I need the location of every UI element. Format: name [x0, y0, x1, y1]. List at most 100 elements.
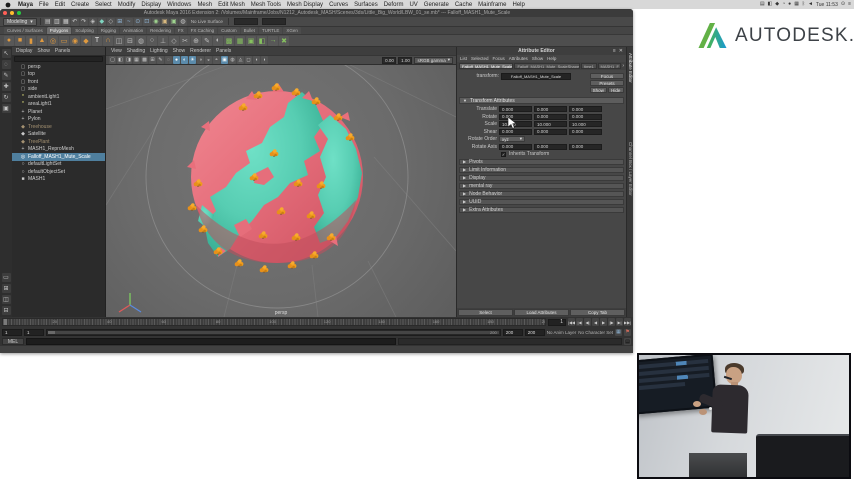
statusline-icon[interactable]: ◇ [106, 17, 115, 26]
playback-end-field[interactable]: 200 [502, 328, 523, 336]
statusline-icon[interactable]: ▦ [61, 17, 70, 26]
shelf-tab[interactable]: XGen [283, 27, 301, 34]
rotate-y-field[interactable]: 0.000 [534, 113, 567, 120]
outliner-item[interactable]: ◆ TreePlant [12, 138, 105, 146]
outliner-item[interactable]: ◎ Falloff_MASH1_Mute_Scale [12, 153, 105, 161]
outliner-item[interactable]: ◆ Treehouse [12, 123, 105, 131]
viewport-icon[interactable]: ◻ [245, 56, 252, 64]
translate-y-field[interactable]: 0.000 [534, 106, 567, 112]
outliner-item[interactable]: ◆ Satellite [12, 131, 105, 139]
outliner-item[interactable]: ▢ persp [12, 63, 105, 71]
exposure-field[interactable]: 0.00 [382, 56, 397, 64]
outliner-item[interactable]: ○ defaultObjectSet [12, 168, 105, 176]
shelf-tab[interactable]: FX Caching [187, 27, 218, 34]
shear-z-field[interactable]: 0.000 [569, 128, 602, 135]
statusline-icon[interactable]: ▣ [160, 17, 169, 26]
menubar-item[interactable]: Create [68, 2, 92, 8]
statusline-icon[interactable]: ~ [124, 17, 133, 26]
attribute-editor-menu-item[interactable]: Help [547, 56, 556, 61]
shelf-icon[interactable]: ▣ [246, 35, 256, 46]
menubar-item[interactable]: UV [406, 2, 420, 8]
outliner-menu-item[interactable]: Display [16, 48, 32, 54]
shelf-icon[interactable]: ◇ [169, 35, 179, 46]
shelf-icon[interactable]: ✎ [202, 35, 212, 46]
statusline-icon[interactable]: ◉ [151, 17, 160, 26]
shelf-icon[interactable]: ▭ [59, 35, 69, 46]
statusline-icon[interactable]: ⊞ [115, 17, 124, 26]
rotate-order-select[interactable]: xyz ▾ [499, 136, 525, 142]
view-transform-select[interactable]: sRGB gamma ▾ [414, 56, 453, 64]
collapsed-section-bar[interactable]: ▶ Limit Information [459, 166, 624, 173]
shelf-tab[interactable]: Polygons [46, 27, 72, 34]
tool-button[interactable]: ✎ [1, 71, 11, 80]
shelf-icon[interactable]: ▩ [224, 35, 234, 46]
auto-keyframe-icon[interactable]: ▦ [615, 328, 622, 336]
tool-button[interactable]: ◌ [1, 60, 11, 69]
playback-button[interactable]: ▶| [616, 318, 623, 326]
shelf-tab[interactable]: Animation [120, 27, 147, 34]
collapsed-section-bar[interactable]: ▶ UUID [459, 198, 624, 205]
menubar-item[interactable]: Help [510, 2, 528, 8]
menubar-item[interactable]: Mesh Tools [248, 2, 284, 8]
viewport-icon[interactable]: ☀ [189, 56, 196, 64]
statusline-icon[interactable]: ⊙ [133, 17, 142, 26]
shelf-icon[interactable]: ● [4, 35, 14, 46]
rotate-axis-y-field[interactable]: 0.000 [534, 143, 567, 150]
node-tab[interactable]: Falloff_MASH1_Mute_Scale [459, 63, 514, 69]
shelf-icon[interactable]: ⊟ [125, 35, 135, 46]
collapsed-section-bar[interactable]: ▶ Pivots [459, 158, 624, 165]
pin-panel-icon[interactable]: ≡ [613, 48, 616, 54]
shelf-icon[interactable]: ⊥ [158, 35, 168, 46]
outliner-item[interactable]: ▢ front [12, 78, 105, 86]
outliner-item[interactable]: ○ defaultLightSet [12, 161, 105, 169]
shelf-icon[interactable]: ▲ [37, 35, 47, 46]
quick-selection-field[interactable] [233, 18, 258, 25]
anim-start-field[interactable]: 1 [2, 328, 22, 336]
range-slider-track[interactable]: 200 [46, 328, 501, 336]
menubar-item[interactable]: Generate [421, 2, 452, 8]
shelf-icon[interactable]: T [92, 35, 102, 46]
viewport-icon[interactable]: ◬ [237, 56, 244, 64]
attribute-editor-menu-item[interactable]: Show [532, 56, 543, 61]
playback-button[interactable]: ▶▶| [624, 318, 631, 326]
select-button[interactable]: Select [458, 309, 513, 316]
menubar-item[interactable]: File [36, 2, 52, 8]
tab-channel-box[interactable]: Channel Box / Layer Editor [628, 142, 633, 196]
viewport-menu-item[interactable]: Renderer [190, 48, 211, 54]
transform-attributes-section[interactable]: ▼ Transform Attributes [459, 97, 624, 104]
layout-button[interactable]: ◫ [1, 295, 11, 304]
spotlight-icon[interactable]: ⊙ [841, 2, 845, 7]
menubar-item[interactable]: Edit [52, 2, 68, 8]
close-panel-icon[interactable]: ✕ [619, 48, 623, 54]
outliner-menu-item[interactable]: Panels [55, 48, 70, 54]
attribute-editor-menu-item[interactable]: Focus [493, 56, 505, 61]
statusline-icon[interactable]: ◍ [178, 17, 187, 26]
copy-tab-button[interactable]: Copy Tab [570, 309, 625, 316]
outliner-item[interactable]: + MASH1_ReproMesh [12, 146, 105, 154]
attribute-editor-menu-item[interactable]: List [460, 56, 467, 61]
viewport-icon[interactable]: ▦ [133, 56, 140, 64]
playback-button[interactable]: ◀ [592, 318, 599, 326]
playback-button[interactable]: ◀| [584, 318, 591, 326]
statusline-icon[interactable]: ↷ [79, 17, 88, 26]
shelf-icon[interactable]: ◎ [48, 35, 58, 46]
collapsed-section-bar[interactable]: ▶ Node Behavior [459, 190, 624, 197]
shelf-tab[interactable]: Curves / Surfaces [4, 27, 46, 34]
node-tab[interactable]: MASH1_F [597, 63, 622, 69]
viewport-icon[interactable]: ▢ [109, 56, 116, 64]
viewport-icon[interactable]: ◧ [117, 56, 124, 64]
viewport-icon[interactable]: ◐ [181, 56, 188, 64]
scale-y-field[interactable]: 10.000 [534, 121, 567, 127]
shelf-tab[interactable]: FX [174, 27, 187, 34]
collapsed-section-bar[interactable]: ▶ Display [459, 174, 624, 181]
anim-layer-label[interactable]: No Anim Layer [547, 330, 577, 335]
outliner-item[interactable]: * areaLight1 [12, 101, 105, 109]
hide-button[interactable]: Hide [607, 87, 624, 93]
anim-end-field[interactable]: 200 [524, 328, 545, 336]
load-attributes-button[interactable]: Load Attributes [514, 309, 569, 316]
menubar-status-icon[interactable]: ▤ [760, 2, 765, 7]
menubar-item[interactable]: Mainframe [475, 2, 509, 8]
menubar-item[interactable]: Curves [326, 2, 351, 8]
animation-preferences-icon[interactable]: ⚑ [624, 328, 631, 336]
attribute-editor-menu-item[interactable]: Attributes [509, 56, 528, 61]
